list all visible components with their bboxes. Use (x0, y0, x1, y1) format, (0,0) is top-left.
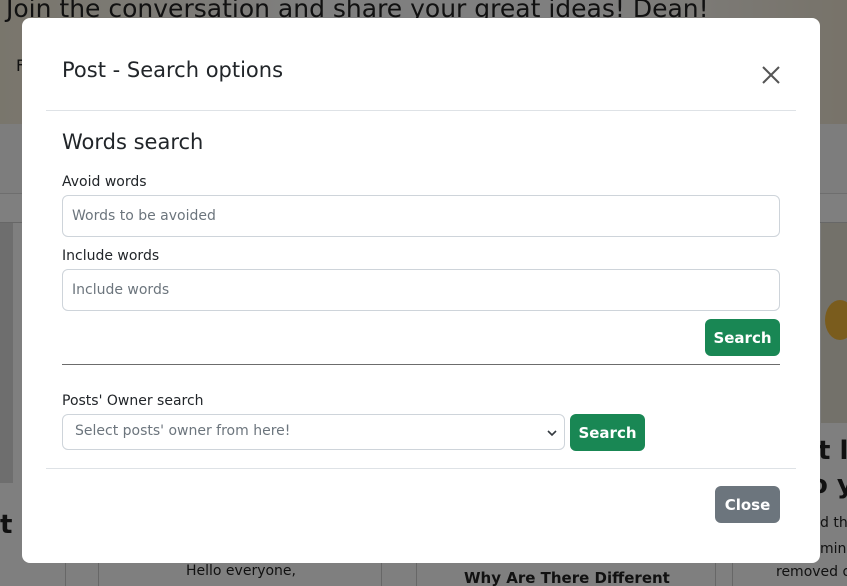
avoid-words-label: Avoid words (62, 174, 147, 190)
include-words-label: Include words (62, 248, 160, 264)
words-search-button[interactable]: Search (705, 319, 780, 356)
include-words-input[interactable] (62, 269, 780, 311)
search-options-modal: Post - Search options Words search Avoid… (22, 18, 820, 563)
close-button[interactable]: Close (715, 486, 780, 523)
owner-search-label: Posts' Owner search (62, 393, 204, 409)
modal-header: Post - Search options (46, 18, 796, 111)
avoid-words-input[interactable] (62, 195, 780, 237)
owner-search-button[interactable]: Search (570, 414, 645, 451)
section-divider (62, 364, 780, 365)
owner-select[interactable]: Select posts' owner from here! (62, 414, 565, 450)
modal-title: Post - Search options (62, 58, 284, 82)
owner-select-value: Select posts' owner from here! (75, 423, 291, 439)
close-icon[interactable] (760, 64, 782, 86)
words-search-heading: Words search (62, 130, 204, 154)
chevron-down-icon (547, 430, 557, 437)
modal-footer (46, 468, 796, 469)
